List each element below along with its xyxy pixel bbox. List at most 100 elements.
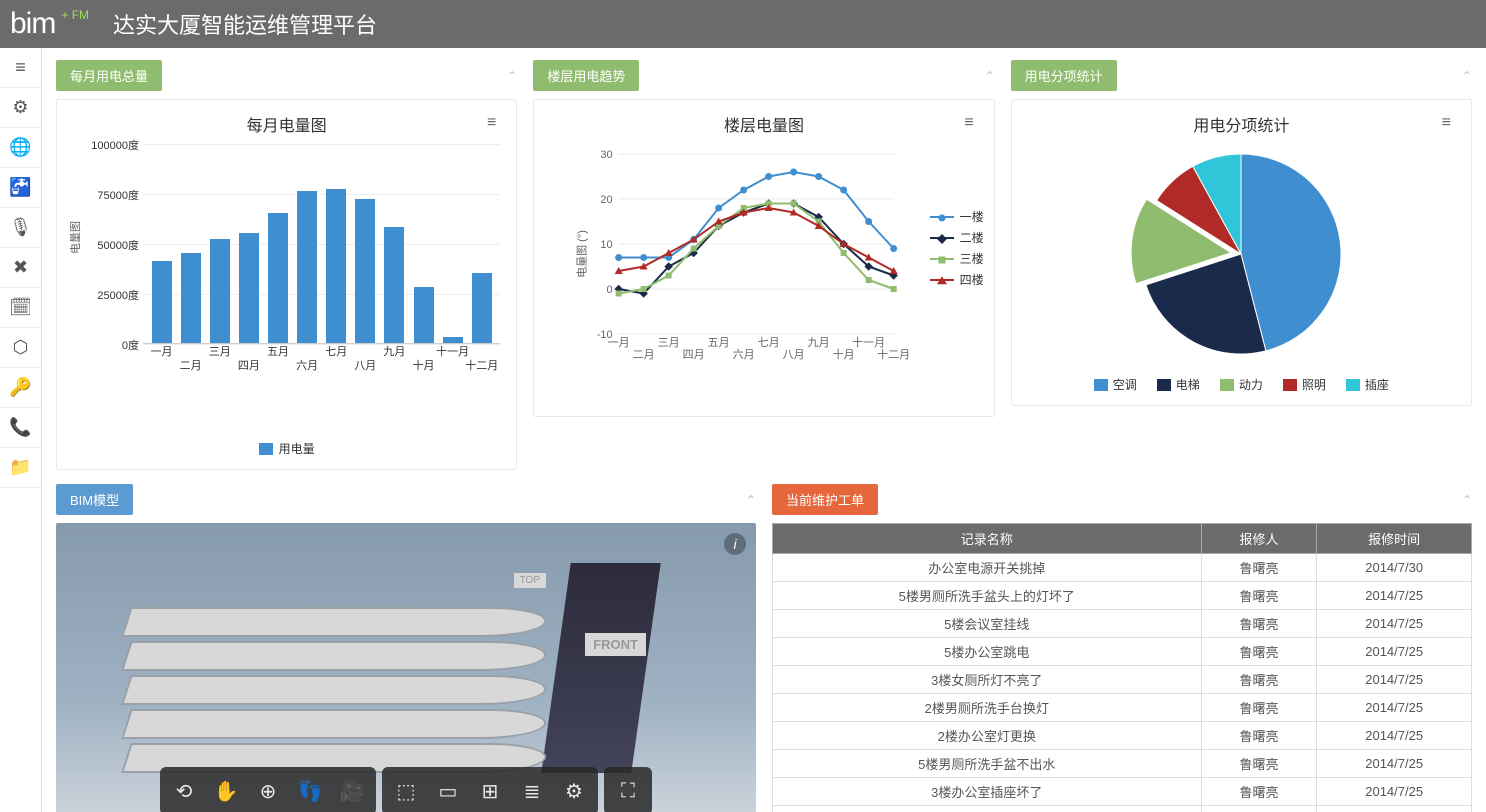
- bar[interactable]: [472, 273, 492, 343]
- legend-item[interactable]: 二楼: [930, 229, 984, 246]
- legend-item[interactable]: 电梯: [1157, 376, 1200, 393]
- info-icon[interactable]: i: [724, 533, 746, 555]
- y-tick: 0度: [122, 337, 139, 353]
- chart-menu-icon[interactable]: ≡: [1442, 114, 1451, 132]
- collapse-icon[interactable]: ⌃: [1462, 493, 1472, 507]
- workorder-table: 记录名称报修人报修时间 办公室电源开关挑掉鲁曙亮2014/7/305楼男厕所洗手…: [772, 523, 1472, 812]
- x-tick: 三月: [209, 343, 231, 359]
- menu-icon[interactable]: ≡: [0, 48, 41, 88]
- gear-icon[interactable]: ⚙: [0, 88, 41, 128]
- section-icon[interactable]: ▭: [428, 771, 468, 811]
- settings-icon[interactable]: ⚙: [554, 771, 594, 811]
- phone-icon[interactable]: 📞: [0, 408, 41, 448]
- table-row[interactable]: 5楼男厕所洗手盆不出水鲁曙亮2014/7/25: [773, 750, 1472, 778]
- svg-text:10: 10: [601, 239, 613, 251]
- svg-text:九月: 九月: [808, 336, 830, 349]
- svg-text:六月: 六月: [733, 348, 755, 361]
- legend-item[interactable]: 插座: [1346, 376, 1389, 393]
- collapse-icon[interactable]: ⌃: [985, 69, 995, 83]
- bar-legend: 用电量: [73, 440, 500, 457]
- app-title: 达实大厦智能运维管理平台: [113, 8, 377, 40]
- legend-swatch: [259, 443, 273, 455]
- sidebar: ≡⚙🌐🚰🎙✖🗓⬡🔑📞📁: [0, 48, 42, 812]
- svg-text:20: 20: [601, 194, 613, 206]
- camera-icon[interactable]: 🎥: [332, 771, 372, 811]
- explode-icon[interactable]: ⊞: [470, 771, 510, 811]
- calendar-icon[interactable]: 🗓: [0, 288, 41, 328]
- table-row[interactable]: 排除5楼外走廊挂线鲁曙亮2014/7/11: [773, 806, 1472, 812]
- collapse-icon[interactable]: ⌃: [507, 69, 517, 83]
- fullscreen-icon[interactable]: ⛶: [608, 771, 648, 811]
- topbar: bim + FM 达实大厦智能运维管理平台: [0, 0, 1486, 48]
- svg-text:七月: 七月: [758, 336, 780, 349]
- table-row[interactable]: 5楼会议室挂线鲁曙亮2014/7/25: [773, 610, 1472, 638]
- table-row[interactable]: 2楼男厕所洗手台换灯鲁曙亮2014/7/25: [773, 694, 1472, 722]
- table-row[interactable]: 3楼办公室插座坏了鲁曙亮2014/7/25: [773, 778, 1472, 806]
- legend-item[interactable]: 四楼: [930, 271, 984, 288]
- pie-legend: 空调 电梯 动力 照明 插座: [1094, 376, 1389, 393]
- panel-tag: 当前维护工单: [772, 484, 878, 515]
- bar[interactable]: [239, 233, 259, 343]
- mic-icon[interactable]: 🎙: [0, 208, 41, 248]
- panel-workorders: 当前维护工单 ⌃ 记录名称报修人报修时间 办公室电源开关挑掉鲁曙亮2014/7/…: [772, 484, 1472, 812]
- tools-icon[interactable]: ✖: [0, 248, 41, 288]
- panel-tag: 每月用电总量: [56, 60, 162, 91]
- bar[interactable]: [297, 191, 317, 343]
- legend-item[interactable]: 动力: [1220, 376, 1263, 393]
- key-icon[interactable]: 🔑: [0, 368, 41, 408]
- chart-menu-icon[interactable]: ≡: [487, 114, 496, 132]
- brand-logo: bim: [10, 7, 55, 41]
- collapse-icon[interactable]: ⌃: [1462, 69, 1472, 83]
- faucet-icon[interactable]: 🚰: [0, 168, 41, 208]
- legend-item[interactable]: 空调: [1094, 376, 1137, 393]
- model-icon[interactable]: ⬚: [386, 771, 426, 811]
- chart-menu-icon[interactable]: ≡: [964, 114, 973, 132]
- orbit-icon[interactable]: ⟲: [164, 771, 204, 811]
- table-header: 记录名称: [773, 524, 1202, 554]
- y-tick: 100000度: [91, 137, 139, 153]
- legend-item[interactable]: 一楼: [930, 208, 984, 225]
- table-row[interactable]: 办公室电源开关挑掉鲁曙亮2014/7/30: [773, 554, 1472, 582]
- viewcube-top[interactable]: TOP: [514, 573, 546, 588]
- panel-tag: BIM模型: [56, 484, 133, 515]
- panel-floor-trend: 楼层用电趋势 ⌃ 楼层电量图 ≡ -100102030电量图 (°)一月二月三月…: [533, 60, 994, 470]
- x-tick: 十二月: [465, 357, 498, 373]
- walk-icon[interactable]: 👣: [290, 771, 330, 811]
- svg-text:四月: 四月: [683, 349, 705, 361]
- bar[interactable]: [414, 287, 434, 343]
- x-tick: 四月: [238, 357, 260, 373]
- bar[interactable]: [384, 227, 404, 343]
- bar[interactable]: [210, 239, 230, 343]
- viewcube-front[interactable]: FRONT: [585, 633, 646, 656]
- svg-text:0: 0: [607, 284, 613, 296]
- properties-icon[interactable]: ≣: [512, 771, 552, 811]
- table-row[interactable]: 5楼办公室跳电鲁曙亮2014/7/25: [773, 638, 1472, 666]
- svg-text:一月: 一月: [608, 337, 630, 349]
- table-row[interactable]: 2楼办公室灯更换鲁曙亮2014/7/25: [773, 722, 1472, 750]
- content: 每月用电总量 ⌃ 每月电量图 ≡ 电量图 0度25000度50000度75000…: [42, 48, 1486, 812]
- cube-icon[interactable]: ⬡: [0, 328, 41, 368]
- table-row[interactable]: 3楼女厕所灯不亮了鲁曙亮2014/7/25: [773, 666, 1472, 694]
- bar[interactable]: [268, 213, 288, 343]
- pan-icon[interactable]: ✋: [206, 771, 246, 811]
- zoom-icon[interactable]: ⊕: [248, 771, 288, 811]
- y-tick: 25000度: [97, 287, 139, 303]
- bim-viewer[interactable]: i TOP FRONT ⟲ ✋: [56, 523, 756, 812]
- bar[interactable]: [326, 189, 346, 343]
- svg-text:八月: 八月: [783, 349, 805, 361]
- chart-title: 楼层电量图: [724, 112, 804, 136]
- bim-building: TOP FRONT: [126, 573, 686, 773]
- x-tick: 十一月: [436, 343, 469, 359]
- legend-item[interactable]: 照明: [1283, 376, 1326, 393]
- collapse-icon[interactable]: ⌃: [746, 493, 756, 507]
- svg-text:十月: 十月: [833, 347, 855, 361]
- svg-text:三月: 三月: [658, 337, 680, 349]
- x-tick: 九月: [383, 343, 405, 359]
- folder-icon[interactable]: 📁: [0, 448, 41, 488]
- bar[interactable]: [152, 261, 172, 343]
- legend-item[interactable]: 三楼: [930, 250, 984, 267]
- bar[interactable]: [355, 199, 375, 343]
- globe-icon[interactable]: 🌐: [0, 128, 41, 168]
- table-row[interactable]: 5楼男厕所洗手盆头上的灯坏了鲁曙亮2014/7/25: [773, 582, 1472, 610]
- bar[interactable]: [181, 253, 201, 343]
